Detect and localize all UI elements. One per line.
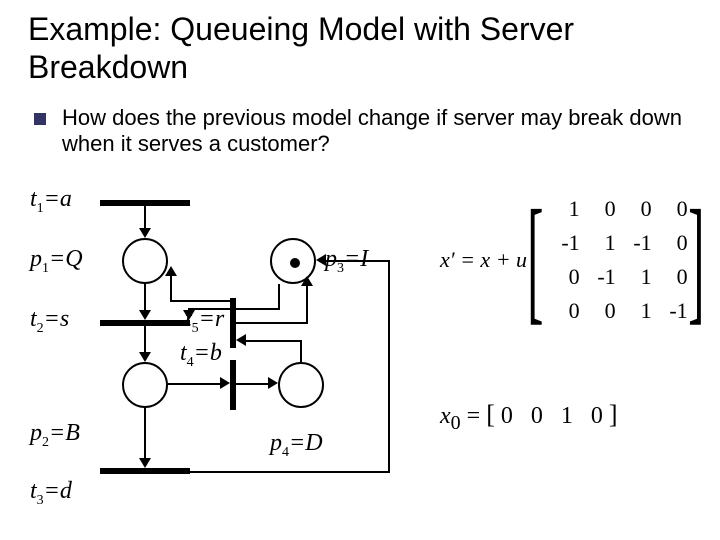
arrowhead-icon (139, 352, 151, 362)
arrowhead-icon (236, 334, 246, 346)
petri-net-diagram: t1=a p1=Q t2=s p2=B t3=d p3=I (20, 180, 440, 530)
arc (242, 340, 302, 342)
arrowhead-icon (139, 228, 151, 238)
arc (144, 408, 146, 460)
label-t5: t5=r (185, 306, 224, 337)
label-t4: t4=b (180, 340, 222, 371)
equation-lhs: x′ = x + u (440, 247, 527, 273)
arc (388, 260, 390, 473)
arrowhead-icon (139, 458, 151, 468)
equation-x0: x0 = [ 0 0 1 0 ] (440, 400, 618, 435)
arc (144, 284, 146, 312)
right-bracket-icon: ] (688, 190, 704, 330)
arc (236, 383, 272, 385)
bullet-icon (34, 113, 46, 125)
label-t3: t3=d (30, 478, 72, 509)
arc (144, 206, 146, 230)
matrix-body: 1000 -11-10 0-110 001-1 (544, 192, 688, 328)
arc (170, 272, 172, 302)
slide-title: Example: Queueing Model with Server Brea… (28, 10, 574, 86)
place-p4 (278, 362, 324, 408)
label-t2: t2=s (30, 306, 69, 337)
arc (300, 340, 302, 362)
arc (190, 471, 390, 473)
label-p4: p4=D (270, 430, 323, 461)
arrowhead-icon (139, 310, 151, 320)
bullet-text: How does the previous model change if se… (62, 105, 690, 157)
left-bracket-icon: [ (486, 400, 495, 429)
token-icon (290, 258, 300, 268)
title-line2: Breakdown (28, 49, 188, 85)
label-p2: p2=B (30, 420, 80, 451)
arrowhead-icon (301, 276, 313, 286)
place-p2 (122, 362, 168, 408)
left-bracket-icon: [ (527, 190, 543, 330)
arc (278, 284, 280, 310)
bullet-block: How does the previous model change if se… (62, 105, 690, 157)
arrowhead-icon (316, 254, 326, 266)
label-t1: t1=a (30, 186, 72, 217)
arc (306, 284, 308, 324)
arrowhead-icon (268, 377, 278, 389)
arrowhead-icon (220, 377, 230, 389)
right-bracket-icon: ] (609, 400, 618, 429)
arc (170, 300, 230, 302)
arc (320, 260, 390, 262)
label-p1: p1=Q (30, 246, 83, 277)
arc (144, 326, 146, 354)
equation-x-prime: x′ = x + u [ 1000 -11-10 0-110 001-1 ] (440, 190, 704, 330)
title-line1: Example: Queueing Model with Server (28, 11, 574, 47)
arrowhead-icon (165, 266, 177, 276)
transition-t3 (100, 468, 190, 474)
arc (168, 383, 222, 385)
place-p1 (122, 238, 168, 284)
arc (236, 322, 308, 324)
transition-t4 (230, 360, 236, 410)
